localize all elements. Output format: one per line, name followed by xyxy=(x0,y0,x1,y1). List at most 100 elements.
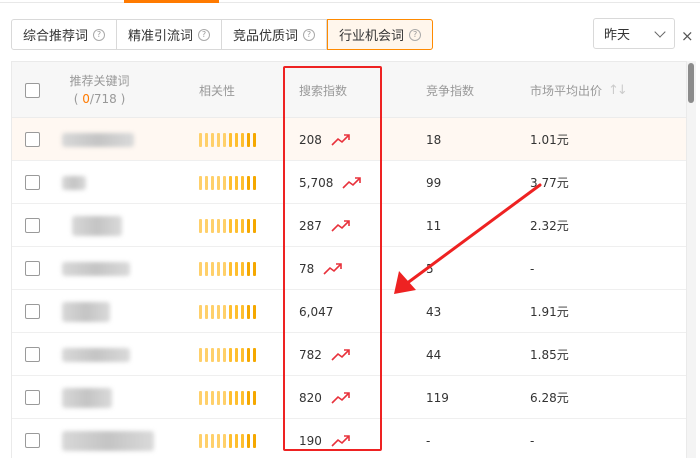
avg-bid-cell: - xyxy=(530,419,534,458)
competition-cell: 44 xyxy=(426,333,441,376)
relevance-bars xyxy=(199,132,256,147)
tab-industry-opportunity[interactable]: 行业机会词 ? xyxy=(327,19,434,50)
help-icon[interactable]: ? xyxy=(93,28,106,41)
row-select-cell xyxy=(25,376,40,419)
row-checkbox[interactable] xyxy=(25,390,40,405)
relevance-cell xyxy=(199,161,256,204)
row-checkbox[interactable] xyxy=(25,175,40,190)
competition-value: 99 xyxy=(426,175,442,190)
table-row[interactable]: 5,708 99 3.77元 xyxy=(12,161,686,204)
tab-precise-traffic[interactable]: 精准引流词 ? xyxy=(117,20,223,49)
blurred-keyword xyxy=(62,261,130,276)
tab-label: 综合推荐词 xyxy=(23,29,89,44)
table-row[interactable]: 6,047 43 1.91元 xyxy=(12,290,686,333)
scrollbar-thumb[interactable] xyxy=(688,63,694,103)
row-select-cell xyxy=(25,118,40,161)
search-index-cell: 287 xyxy=(299,204,351,247)
row-checkbox[interactable] xyxy=(25,132,40,147)
chevron-down-icon xyxy=(654,25,666,38)
row-checkbox[interactable] xyxy=(25,218,40,233)
table-row[interactable]: 287 11 2.32元 xyxy=(12,204,686,247)
avg-bid-value: 6.28元 xyxy=(530,391,569,405)
table-row[interactable]: 820 119 6.28元 xyxy=(12,376,686,419)
trend-up-icon[interactable] xyxy=(331,348,351,362)
help-icon[interactable]: ? xyxy=(409,28,422,41)
row-checkbox[interactable] xyxy=(25,261,40,276)
header-search-index: 搜索指数 xyxy=(299,62,347,118)
row-select-cell xyxy=(25,161,40,204)
search-index-cell: 6,047 xyxy=(299,290,333,333)
avg-bid-value: - xyxy=(530,261,535,276)
relevance-cell xyxy=(199,118,256,161)
competition-cell: 18 xyxy=(426,118,441,161)
tab-label: 行业机会词 xyxy=(339,29,405,44)
table-row[interactable]: 78 5 - xyxy=(12,247,686,290)
trend-up-icon[interactable] xyxy=(331,133,351,147)
table-row[interactable]: 208 18 1.01元 xyxy=(12,118,686,161)
select-all-checkbox[interactable] xyxy=(25,82,40,98)
keyword-cell xyxy=(72,204,122,247)
selected-count: ( 0/718 ) xyxy=(73,92,126,106)
trend-up-icon[interactable] xyxy=(342,176,362,190)
trend-up-icon[interactable] xyxy=(331,434,351,448)
trend-up-icon[interactable] xyxy=(331,391,351,405)
competition-cell: 99 xyxy=(426,161,441,204)
help-icon[interactable]: ? xyxy=(303,28,316,41)
row-checkbox[interactable] xyxy=(25,347,40,362)
competition-cell: - xyxy=(426,419,430,458)
close-icon[interactable]: × xyxy=(681,27,694,45)
tab-label: 精准引流词 xyxy=(128,29,194,44)
header-avg-bid[interactable]: 市场平均出价 ↑↓ xyxy=(530,62,628,118)
selected-count-number: 0 xyxy=(82,92,90,106)
date-filter-select[interactable]: 昨天 xyxy=(593,18,675,49)
competition-cell: 5 xyxy=(426,247,434,290)
trend-up-icon[interactable] xyxy=(331,219,351,233)
row-select-cell xyxy=(25,333,40,376)
competition-value: 43 xyxy=(426,304,442,319)
row-checkbox[interactable] xyxy=(25,304,40,319)
search-index-cell: 208 xyxy=(299,118,351,161)
top-divider-line xyxy=(0,2,700,3)
avg-bid-cell: 1.01元 xyxy=(530,118,569,161)
competition-cell: 11 xyxy=(426,204,441,247)
competition-value: - xyxy=(426,433,431,448)
row-checkbox[interactable] xyxy=(25,433,40,448)
help-icon[interactable]: ? xyxy=(198,28,211,41)
tab-competitor-quality[interactable]: 竞品优质词 ? xyxy=(222,20,328,49)
relevance-bars xyxy=(199,347,256,362)
keyword-cell xyxy=(62,333,130,376)
relevance-bars xyxy=(199,261,256,276)
header-competition-index: 竞争指数 xyxy=(426,62,474,118)
relevance-bars xyxy=(199,218,256,233)
table-row[interactable]: 190 - - xyxy=(12,419,686,458)
relevance-cell xyxy=(199,247,256,290)
keyword-table: 推荐关键词 ( 0/718 ) 相关性 搜索指数 竞争指数 市场平均出价 ↑↓ … xyxy=(11,61,687,458)
keyword-cell xyxy=(62,419,154,458)
keyword-cell xyxy=(62,376,112,419)
search-index-value: 820 xyxy=(299,390,322,405)
search-index-cell: 78 xyxy=(299,247,343,290)
vertical-scrollbar[interactable] xyxy=(687,61,696,458)
relevance-cell xyxy=(199,376,256,419)
search-index-cell: 782 xyxy=(299,333,351,376)
table-row[interactable]: 782 44 1.85元 xyxy=(12,333,686,376)
avg-bid-value: 1.91元 xyxy=(530,305,569,319)
header-relevance: 相关性 xyxy=(199,62,235,118)
tab-label: 竞品优质词 xyxy=(233,29,299,44)
competition-cell: 119 xyxy=(426,376,449,419)
relevance-cell xyxy=(199,333,256,376)
trend-up-icon[interactable] xyxy=(323,262,343,276)
avg-bid-value: 1.01元 xyxy=(530,133,569,147)
sort-icon[interactable]: ↑↓ xyxy=(608,83,628,98)
search-index-value: 78 xyxy=(299,261,315,276)
row-select-cell xyxy=(25,204,40,247)
tab-comprehensive[interactable]: 综合推荐词 ? xyxy=(12,20,118,49)
search-index-cell: 5,708 xyxy=(299,161,362,204)
blurred-keyword xyxy=(62,132,134,147)
avg-bid-value: 1.85元 xyxy=(530,348,569,362)
avg-bid-value: - xyxy=(530,433,535,448)
relevance-bars xyxy=(199,304,256,319)
search-index-value: 6,047 xyxy=(299,304,334,319)
blurred-keyword xyxy=(62,301,110,322)
header-keyword: 推荐关键词 ( 0/718 ) xyxy=(67,62,132,118)
